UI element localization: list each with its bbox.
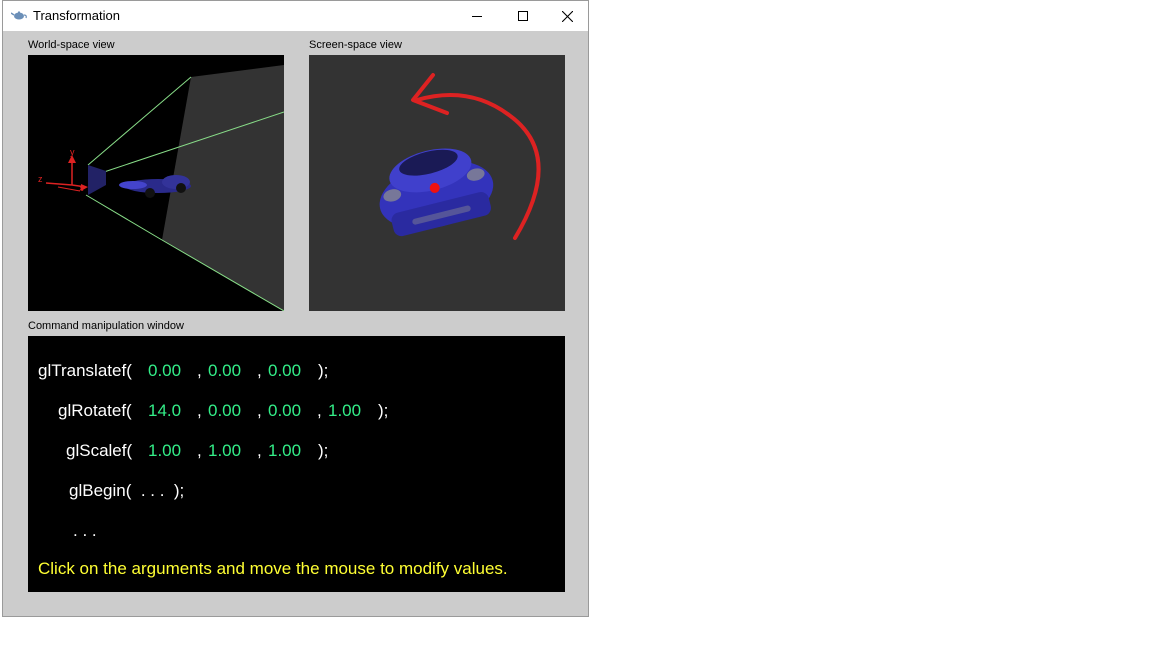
separator: ,: [257, 361, 262, 380]
ellipsis-line: . . .: [73, 521, 97, 540]
separator: ,: [257, 441, 262, 460]
minimize-button[interactable]: [454, 1, 500, 31]
rotate-close: );: [378, 401, 389, 420]
command-window-label: Command manipulation window: [28, 320, 184, 332]
translate-arg-z[interactable]: 0.00: [268, 361, 301, 381]
rotate-fn: glRotatef(: [58, 401, 132, 420]
axis-y-label: y: [70, 147, 75, 157]
world-space-label: World-space view: [28, 39, 115, 51]
separator: ,: [197, 401, 202, 420]
rotate-arg-y[interactable]: 0.00: [268, 401, 301, 421]
close-icon: [561, 10, 573, 22]
frustum-near-plane: [88, 165, 106, 195]
axis-x-label: x: [79, 183, 84, 193]
frustum-edge: [87, 76, 192, 166]
world-space-view[interactable]: y z x: [28, 55, 284, 311]
screen-space-scene: [379, 73, 541, 240]
scale-close: );: [318, 441, 329, 460]
rotate-arg-z[interactable]: 1.00: [328, 401, 361, 421]
scale-arg-y[interactable]: 1.00: [208, 441, 241, 461]
rotate-arg-x[interactable]: 0.00: [208, 401, 241, 421]
separator: ,: [197, 361, 202, 380]
axis-gizmo: y z x: [38, 147, 88, 193]
maximize-button[interactable]: [500, 1, 546, 31]
minimize-icon: [472, 16, 482, 17]
translate-arg-y[interactable]: 0.00: [208, 361, 241, 381]
separator: ,: [257, 401, 262, 420]
window-title: Transformation: [33, 8, 120, 23]
car-model-screen: [379, 148, 494, 237]
transformation-window: Transformation World-space view Screen-s…: [2, 0, 589, 617]
translate-fn: glTranslatef(: [38, 361, 132, 380]
title-bar[interactable]: Transformation: [3, 1, 588, 31]
scale-fn: glScalef(: [66, 441, 133, 460]
maximize-icon: [518, 11, 528, 21]
screen-space-label: Screen-space view: [309, 39, 402, 51]
frustum-edge: [85, 194, 163, 241]
close-button[interactable]: [544, 1, 590, 31]
begin-line: glBegin( . . . );: [69, 481, 185, 500]
translate-arg-x[interactable]: 0.00: [148, 361, 181, 381]
scale-arg-x[interactable]: 1.00: [148, 441, 181, 461]
instruction-hint: Click on the arguments and move the mous…: [38, 559, 508, 578]
separator: ,: [197, 441, 202, 460]
command-manipulation-window[interactable]: glTranslatef( 0.00 , 0.00 , 0.00 ); glRo…: [28, 336, 565, 592]
separator: ,: [317, 401, 322, 420]
rotate-arg-angle[interactable]: 14.0: [148, 401, 181, 421]
axis-z-label: z: [38, 174, 43, 184]
teapot-icon: [11, 11, 27, 20]
translate-close: );: [318, 361, 329, 380]
world-space-scene: y z x: [38, 65, 284, 311]
screen-space-view[interactable]: [309, 55, 565, 311]
scale-arg-z[interactable]: 1.00: [268, 441, 301, 461]
